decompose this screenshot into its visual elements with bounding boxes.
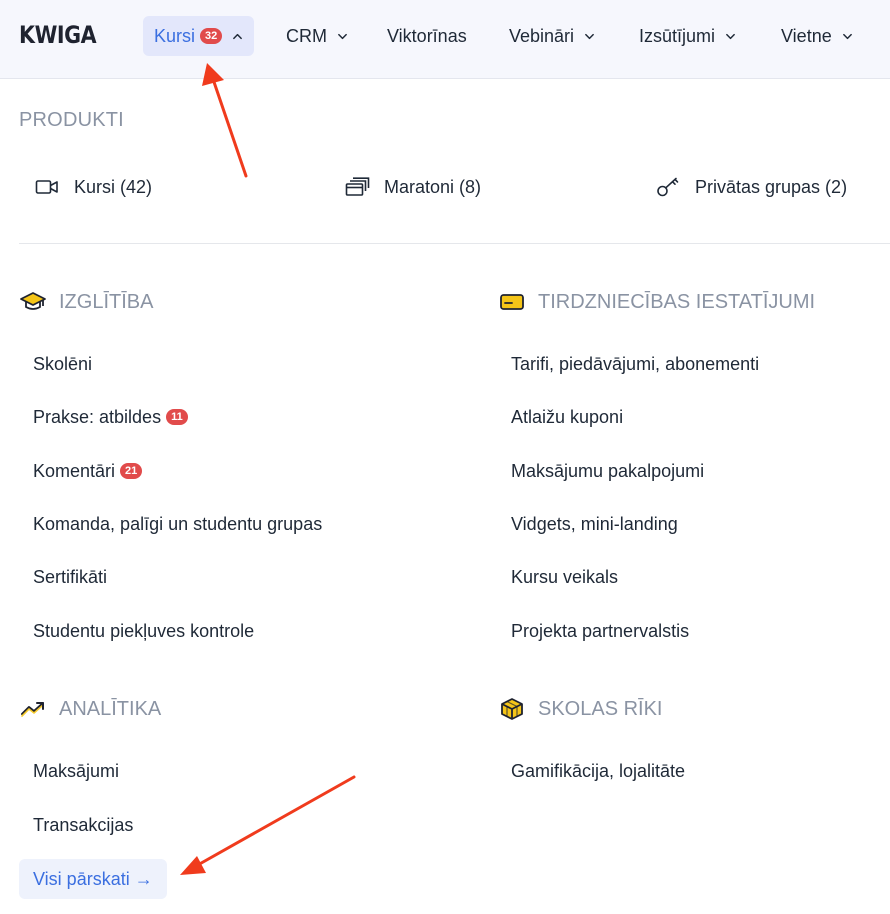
link-vidgets[interactable]: Vidgets, mini-landing [511,511,678,537]
school-tools-heading: SKOLAS RĪKI [498,696,663,722]
section-divider [19,243,890,244]
link-komentari-label: Komentāri [33,460,116,481]
nav-vietne-label: Vietne [781,25,832,46]
all-reports-button[interactable]: Visi pārskati → [19,859,167,899]
link-atlaizu-kuponi[interactable]: Atlaižu kuponi [511,404,623,430]
analytics-heading: ANALĪTIKA [19,696,161,722]
link-tarifi[interactable]: Tarifi, piedāvājumi, abonementi [511,351,759,377]
cube-box-icon [498,697,526,721]
link-partnervalstis[interactable]: Projekta partnervalstis [511,618,689,644]
nav-izsutijumi-label: Izsūtījumi [639,25,716,46]
nav-crm-label: CRM [286,25,327,46]
sales-settings-heading: TIRDZNIECĪBAS IESTATĪJUMI [498,289,815,315]
chevron-down-icon [726,33,735,39]
annotation-arrow-reports [180,775,356,875]
products-heading: PRODUKTI [19,109,124,131]
product-maratoni[interactable]: Maratoni (8) [345,174,481,200]
annotation-arrow-kursi [202,63,248,178]
link-kursu-veikals-label: Kursu veikals [511,566,619,587]
link-gamifikacija[interactable]: Gamifikācija, lojalitāte [511,758,685,784]
link-prakse-atbildes[interactable]: Prakse: atbildes 11 [33,404,188,430]
link-skoleni[interactable]: Skolēni [33,351,92,377]
link-atlaizu-kuponi-label: Atlaižu kuponi [511,406,624,427]
nav-izsutijumi[interactable]: Izsūtījumi [639,16,736,56]
stacked-windows-icon [345,177,370,196]
nav-viktorinas-label: Viktorīnas [387,25,467,46]
top-navigation-bar: KWIGA Kursi 32 CRM Viktorīnas Vebināri I… [0,0,890,79]
education-heading-label: IZGLĪTĪBA [59,290,154,313]
analytics-heading-label: ANALĪTIKA [59,697,162,720]
chevron-down-icon [842,33,852,39]
product-kursi-label: Kursi (42) [74,176,153,197]
nav-viktorinas[interactable]: Viktorīnas [387,16,467,56]
chevron-up-icon [233,33,243,39]
education-heading: IZGLĪTĪBA [19,289,153,315]
chevron-down-icon [338,33,347,39]
nav-kursi[interactable]: Kursi 32 [143,16,255,56]
link-tarifi-label: Tarifi, piedāvājumi, abonementi [511,353,760,374]
chevron-down-icon [585,33,594,39]
link-maksajumi[interactable]: Maksājumi [33,758,119,784]
link-sertifikati[interactable]: Sertifikāti [33,564,107,590]
link-sertifikati-label: Sertifikāti [33,566,108,587]
credit-card-icon [498,290,526,314]
nav-crm[interactable]: CRM [286,16,348,56]
link-komanda-label: Komanda, palīgi un studentu grupas [33,513,323,534]
link-komanda[interactable]: Komanda, palīgi un studentu grupas [33,511,322,537]
product-kursi[interactable]: Kursi (42) [35,174,152,200]
link-piekluves-kontrole-label: Studentu piekļuves kontrole [33,620,255,641]
key-icon [657,177,679,197]
link-transakcijas-label: Transakcijas [33,814,134,835]
product-maratoni-label: Maratoni (8) [384,176,482,197]
annotation-overlay [180,63,356,875]
graduation-cap-icon [19,290,47,314]
nav-vietne[interactable]: Vietne [781,16,853,56]
product-privatas-grupas[interactable]: Privātas grupas (2) [656,174,847,200]
link-maksajumu-pakalpojumi-label: Maksājumu pakalpojumi [511,460,705,481]
nav-vebinari-label: Vebināri [509,25,575,46]
product-privatas-grupas-label: Privātas grupas (2) [695,176,848,197]
komentari-badge: 21 [120,463,143,479]
link-skoleni-label: Skolēni [33,353,93,374]
nav-kursi-label: Kursi [154,25,196,46]
video-camera-icon [35,180,58,194]
link-kursu-veikals[interactable]: Kursu veikals [511,564,618,590]
link-partnervalstis-label: Projekta partnervalstis [511,620,690,641]
link-gamifikacija-label: Gamifikācija, lojalitāte [511,760,686,781]
link-piekluves-kontrole[interactable]: Studentu piekļuves kontrole [33,618,254,644]
link-maksajumi-label: Maksājumi [33,760,120,781]
kwiga-logo[interactable]: KWIGA [19,21,97,49]
link-vidgets-label: Vidgets, mini-landing [511,513,678,534]
prakse-badge: 11 [166,409,188,425]
school-tools-heading-label: SKOLAS RĪKI [538,697,663,720]
link-komentari[interactable]: Komentāri 21 [33,458,143,484]
link-transakcijas[interactable]: Transakcijas [33,812,133,838]
sales-settings-heading-label: TIRDZNIECĪBAS IESTATĪJUMI [538,290,816,313]
link-maksajumu-pakalpojumi[interactable]: Maksājumu pakalpojumi [511,458,704,484]
nav-kursi-badge: 32 [200,28,223,44]
nav-vebinari[interactable]: Vebināri [509,16,595,56]
trending-up-icon [19,697,47,721]
link-prakse-atbildes-label: Prakse: atbildes [33,406,162,427]
